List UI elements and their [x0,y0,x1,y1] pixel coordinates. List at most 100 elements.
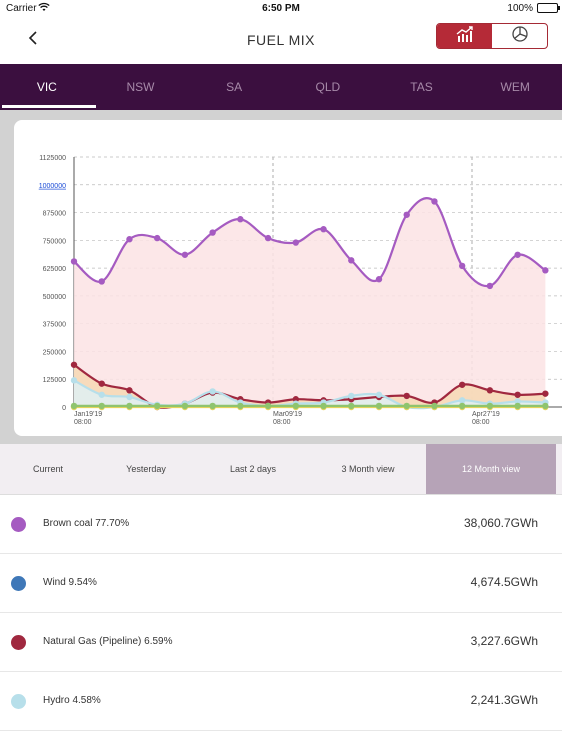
fuel-mix-chart: 1125000 1000000 875000 750000 625000 500000 37… [39,155,562,426]
time-tab-current[interactable]: Current [0,444,96,494]
data-point [98,380,105,387]
fuel-value: 2,241.3GWh [470,693,538,707]
x-tick-label: Jan19'19 [74,411,102,418]
data-point [542,390,549,397]
chart-card: 1125000 1000000 875000 750000 625000 500000 37… [14,120,562,436]
data-point [126,402,133,410]
fuel-label: Hydro 4.58% [43,695,101,706]
data-point [431,402,438,410]
y-tick-label: 125000 [43,377,66,384]
x-tick-label: Mar09'19 [273,411,302,418]
y-tick-label: 500000 [43,294,66,301]
list-item[interactable]: Hydro 4.58% 2,241.3GWh [0,672,562,731]
y-tick-label: 625000 [43,266,66,273]
x-tick-label: 08:00 [74,419,92,426]
fuel-label: Brown coal 77.70% [43,518,130,529]
data-point [348,402,355,410]
nav-bar: FUEL MIX [0,18,562,64]
data-point [320,402,327,410]
chart-area: 1125000 1000000 875000 750000 625000 500000 37… [0,110,562,444]
data-point [486,402,494,410]
data-point [98,391,105,398]
data-point [70,402,78,410]
data-point [542,267,549,274]
time-range-tabs: Current Yesterday Last 2 days 3 Month view 1… [0,444,562,495]
y-tick-label: 250000 [43,349,66,356]
data-point [486,282,494,290]
data-point [70,361,78,368]
data-point [375,391,383,398]
region-tabs: VIC NSW SA QLD TAS WEM [0,64,562,110]
data-point [348,392,355,400]
data-point [126,393,133,401]
tab-vic[interactable]: VIC [0,64,96,110]
time-tab-last-2-days[interactable]: Last 2 days [196,444,310,494]
data-point [264,234,272,242]
line-chart-icon [455,25,475,48]
data-point [98,278,105,285]
fuel-color-dot [11,694,26,709]
data-point [486,387,494,394]
data-point [431,198,438,205]
y-tick-label: 0 [62,405,66,412]
data-point [403,392,410,400]
fuel-label: Wind 9.54% [43,577,97,588]
data-point [542,402,549,410]
data-point [514,391,521,398]
data-point [70,258,78,265]
battery-icon [537,3,560,13]
tab-sa[interactable]: SA [187,64,281,110]
fuel-color-dot [11,576,26,591]
time-tab-yesterday[interactable]: Yesterday [96,444,196,494]
data-point [98,402,105,410]
data-point [264,402,272,410]
y-tick-label: 1000000 [39,183,66,190]
clock: 6:50 PM [262,3,300,14]
fuel-value: 4,674.5GWh [470,575,538,589]
list-item[interactable]: Natural Gas (Pipeline) 6.59% 3,227.6GWh [0,613,562,672]
status-bar: Carrier 6:50 PM 100% [0,0,562,18]
y-tick-label: 1125000 [39,155,66,162]
chart-view-button[interactable] [437,24,492,48]
tab-wem[interactable]: WEM [468,64,562,110]
view-toggle [436,23,548,49]
data-point [209,402,216,410]
data-point [458,262,466,270]
data-point [320,226,327,233]
time-tab-12-month-view[interactable]: 12 Month view [426,444,556,494]
data-point [458,397,466,404]
data-point [70,377,78,384]
data-point [403,211,410,218]
pie-view-button[interactable] [492,24,547,48]
data-point [458,381,466,388]
data-point [153,402,161,410]
x-tick-label: 08:00 [472,419,490,426]
data-point [292,239,300,246]
data-point [237,402,244,410]
data-point [209,229,216,236]
pie-chart-icon [511,25,529,48]
data-point [375,276,383,283]
list-item[interactable]: Brown coal 77.70% 38,060.7GWh [0,495,562,554]
y-tick-label: 375000 [43,322,66,329]
x-tick-label: 08:00 [273,419,291,426]
fuel-color-dot [11,517,26,532]
list-item[interactable]: Wind 9.54% 4,674.5GWh [0,554,562,613]
fuel-color-dot [11,635,26,650]
fuel-label: Natural Gas (Pipeline) 6.59% [43,636,173,647]
tab-tas[interactable]: TAS [375,64,469,110]
data-point [514,251,521,258]
battery-percent: 100% [507,3,533,14]
fuel-value: 3,227.6GWh [470,634,538,648]
data-point [126,387,133,394]
time-tab-3-month-view[interactable]: 3 Month view [310,444,426,494]
x-tick-label: Apr27'19 [472,411,500,418]
data-point [181,251,189,258]
tab-nsw[interactable]: NSW [94,64,188,110]
data-point [403,402,410,410]
series-area-brown-coal [74,198,546,407]
y-tick-label: 875000 [43,211,66,218]
tab-qld[interactable]: QLD [281,64,375,110]
data-point [292,402,300,410]
data-point [375,402,383,410]
